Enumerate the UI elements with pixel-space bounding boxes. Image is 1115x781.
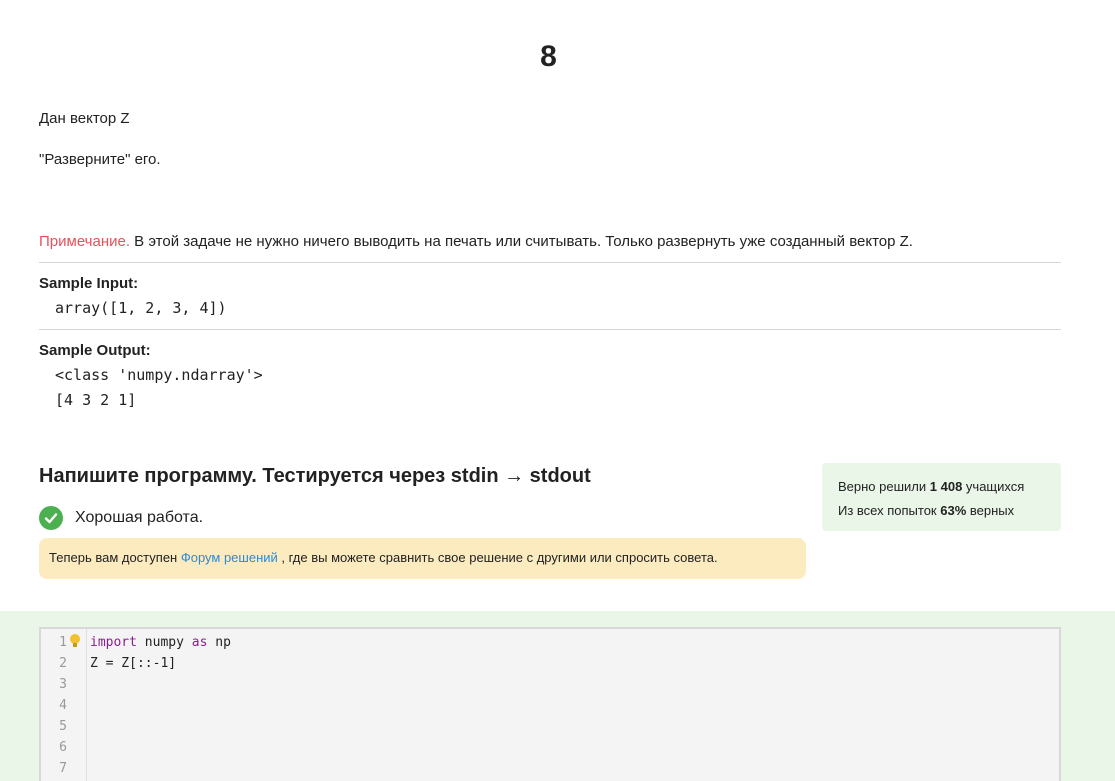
code-text: np xyxy=(207,635,231,650)
note-label: Примечание. xyxy=(39,233,130,250)
note-text: В этой задаче не нужно ничего выводить н… xyxy=(130,233,913,250)
line-number: 5 xyxy=(59,719,67,734)
stats-percent-suffix: верных xyxy=(966,503,1015,518)
sample-output-label: Sample Output: xyxy=(39,342,151,359)
line-number: 6 xyxy=(59,740,67,755)
stats-panel: Верно решили 1 408 учащихся Из всех попы… xyxy=(822,463,1061,531)
stats-solved: Верно решили 1 408 учащихся xyxy=(838,475,1061,499)
success-text: Хорошая работа. xyxy=(75,509,204,526)
stats-percent: Из всех попыток 63% верных xyxy=(838,499,1061,523)
check-icon xyxy=(39,506,63,530)
code-keyword: as xyxy=(191,635,208,650)
line-number: 2 xyxy=(59,656,67,671)
forum-prefix: Теперь вам доступен xyxy=(49,550,181,565)
line-number: 7 xyxy=(59,761,67,776)
solved-count: 1 408 xyxy=(929,479,963,494)
percent-value: 63% xyxy=(940,503,967,518)
statement-line-1: Дан вектор Z xyxy=(39,110,130,127)
editor-section: 1 2 3 4 5 6 7 import numpy as np Z = Z[:… xyxy=(0,611,1115,781)
code-editor[interactable]: 1 2 3 4 5 6 7 import numpy as np Z = Z[:… xyxy=(39,627,1061,781)
sample-output-line: [4 3 2 1] xyxy=(55,391,137,409)
line-gutter: 1 2 3 4 5 6 7 xyxy=(41,629,87,781)
code-keyword: import xyxy=(90,635,137,650)
forum-suffix: , где вы можете сравнить свое решение с … xyxy=(277,550,718,565)
code-line[interactable]: Z = Z[::-1] xyxy=(90,656,176,671)
sample-output-line: <class 'numpy.ndarray'> xyxy=(55,366,263,384)
forum-link[interactable]: Форум решений xyxy=(181,550,278,565)
success-message: Хорошая работа. xyxy=(39,506,203,530)
code-text: numpy xyxy=(136,635,192,650)
stats-solved-prefix: Верно решили xyxy=(838,479,930,494)
stats-percent-prefix: Из всех попыток xyxy=(838,503,941,518)
line-number: 4 xyxy=(59,698,67,713)
line-number: 3 xyxy=(59,677,67,692)
statement-line-2: "Разверните" его. xyxy=(39,151,161,168)
code-line[interactable]: import numpy as np xyxy=(90,635,231,650)
statement-note: Примечание. В этой задаче не нужно ничег… xyxy=(39,232,913,252)
sample-input-line: array([1, 2, 3, 4]) xyxy=(55,299,227,317)
step-title: 8 xyxy=(540,40,557,73)
task-heading: Напишите программу. Тестируется через st… xyxy=(39,465,591,487)
forum-notice: Теперь вам доступен Форум решений , где … xyxy=(39,538,806,579)
stats-solved-suffix: учащихся xyxy=(962,479,1025,494)
line-number: 1 xyxy=(59,635,67,650)
divider xyxy=(39,262,1061,263)
sample-input-label: Sample Input: xyxy=(39,275,139,292)
bulb-icon[interactable] xyxy=(69,633,81,652)
divider xyxy=(39,329,1061,330)
